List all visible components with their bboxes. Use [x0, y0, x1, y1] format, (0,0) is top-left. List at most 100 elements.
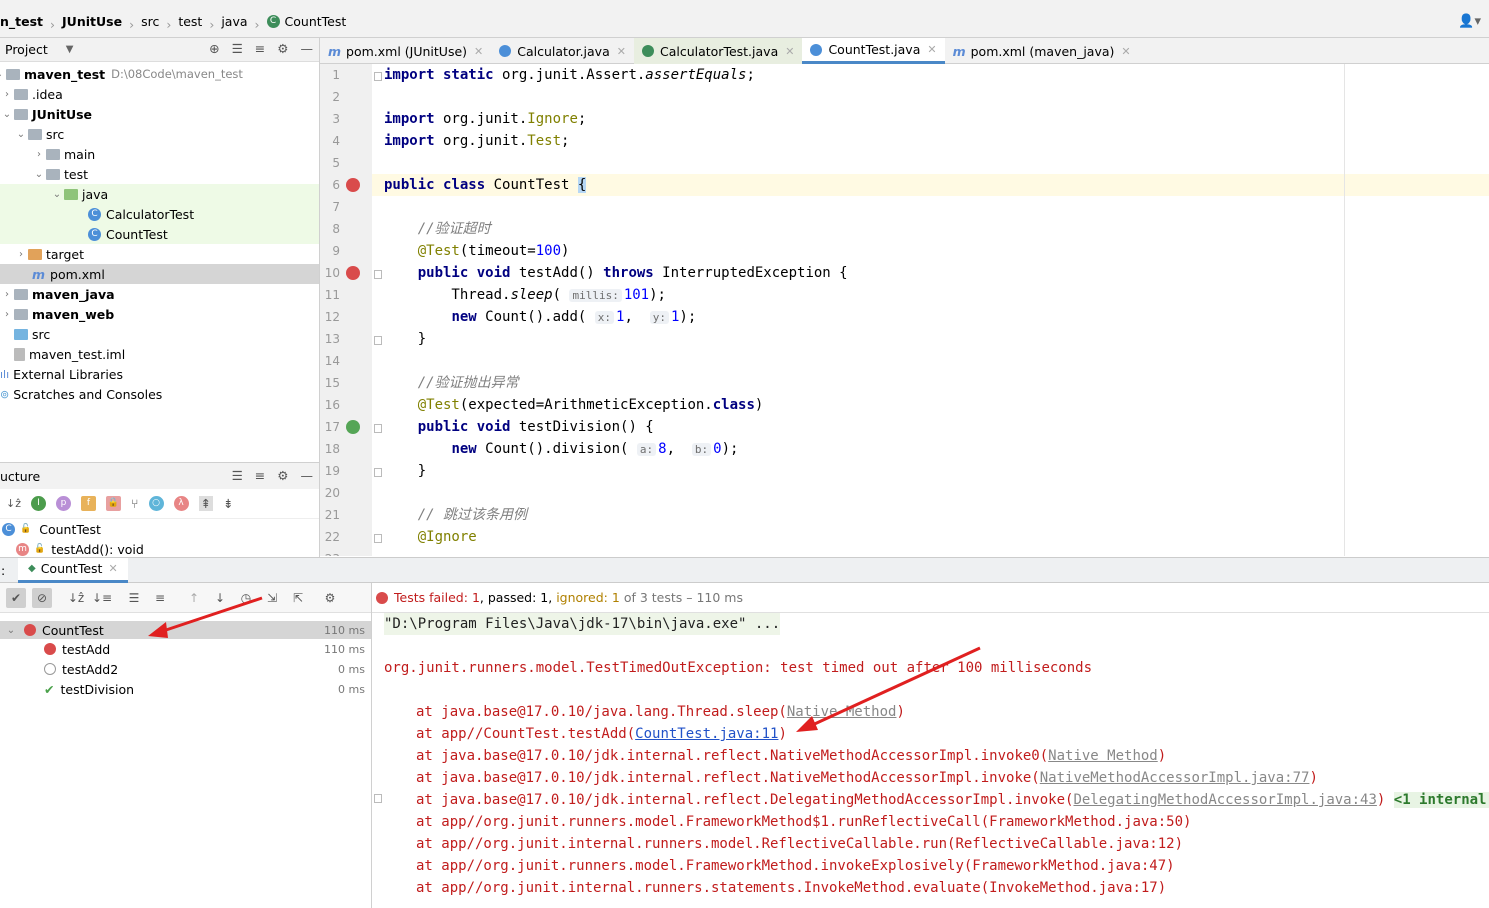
- test-suite-row[interactable]: ⌄ CountTest 110 ms: [0, 621, 371, 639]
- tree-item[interactable]: ⌄ src: [0, 124, 319, 144]
- test-row[interactable]: testAdd 110 ms: [0, 639, 371, 659]
- internal-lines-fold[interactable]: <1 internal line>: [1393, 792, 1489, 808]
- sort-alpha-icon[interactable]: ↓ẑ: [66, 588, 86, 608]
- chevron-down-icon[interactable]: ▼: [66, 44, 74, 55]
- breadcrumb-item[interactable]: test: [178, 14, 202, 29]
- tree-item[interactable]: ⊚ Scratches and Consoles: [0, 384, 319, 404]
- fold-marker-icon[interactable]: [374, 794, 382, 803]
- chevron-down-icon[interactable]: ⌄: [4, 625, 18, 636]
- inherited-icon[interactable]: I: [31, 496, 46, 511]
- tree-item[interactable]: ılı External Libraries: [0, 364, 319, 384]
- next-failed-icon[interactable]: ↓: [210, 588, 230, 608]
- close-icon[interactable]: ✕: [1121, 45, 1130, 58]
- minimize-icon[interactable]: —: [301, 468, 314, 483]
- gear-icon[interactable]: ⚙: [277, 468, 288, 483]
- tree-item[interactable]: C CountTest: [0, 224, 319, 244]
- tree-item[interactable]: › maven_java: [0, 284, 319, 304]
- tree-item[interactable]: ⌄ JUnitUse: [0, 104, 319, 124]
- tree-item[interactable]: C CalculatorTest: [0, 204, 319, 224]
- collapse-all-icon[interactable]: ≡: [255, 468, 265, 483]
- expand-all-icon[interactable]: ☰: [232, 41, 243, 56]
- show-ignored-icon[interactable]: ⊘: [32, 587, 52, 608]
- chevron-right-icon[interactable]: ›: [32, 149, 46, 160]
- tree-item[interactable]: maven_test.iml: [0, 344, 319, 364]
- breadcrumb-item[interactable]: src: [141, 14, 159, 29]
- non-public-icon[interactable]: 🔒: [106, 496, 121, 511]
- chevron-down-icon[interactable]: ⌄: [0, 109, 14, 120]
- autoscroll-from-source-icon[interactable]: ⇟: [223, 496, 233, 511]
- tab-pom-junituse[interactable]: m pom.xml (JUnitUse) ✕: [320, 38, 491, 64]
- export-tests-icon[interactable]: ⇱: [288, 588, 308, 608]
- collapse-all-icon[interactable]: ≡: [255, 41, 265, 56]
- structure-panel-title[interactable]: ucture: [0, 469, 40, 484]
- run-failed-icon[interactable]: [346, 178, 360, 192]
- run-failed-icon[interactable]: [346, 266, 360, 280]
- import-tests-icon[interactable]: ⇲: [262, 588, 282, 608]
- chevron-right-icon[interactable]: ›: [0, 89, 14, 100]
- gear-icon[interactable]: ⚙: [320, 588, 340, 608]
- previous-failed-icon[interactable]: ↑: [184, 588, 204, 608]
- gear-icon[interactable]: ⚙: [277, 41, 288, 56]
- expand-all-icon[interactable]: ☰: [124, 588, 144, 608]
- stack-link[interactable]: NativeMethodAccessorImpl.java:77: [1040, 770, 1310, 786]
- tree-item[interactable]: ⌄ java: [0, 184, 319, 204]
- test-row[interactable]: testAdd2 0 ms: [0, 659, 371, 679]
- breadcrumb-item[interactable]: n_test: [0, 14, 43, 29]
- close-icon[interactable]: ✕: [617, 45, 626, 58]
- lambda-icon[interactable]: λ: [173, 496, 189, 511]
- sort-duration-icon[interactable]: ↓≡: [92, 588, 112, 608]
- tree-item[interactable]: › main: [0, 144, 319, 164]
- run-passed-icon[interactable]: [346, 420, 360, 434]
- show-passed-icon[interactable]: ✔: [6, 587, 26, 608]
- fold-marker-icon[interactable]: [374, 468, 382, 477]
- tab-calculator-test[interactable]: CalculatorTest.java ✕: [633, 38, 803, 64]
- project-panel-title[interactable]: Project: [0, 42, 48, 57]
- chevron-down-icon[interactable]: ⌄: [50, 189, 64, 200]
- tree-item[interactable]: › target: [0, 244, 319, 264]
- run-tab-count-test[interactable]: ◆ CountTest ✕: [18, 557, 128, 583]
- chevron-right-icon[interactable]: ›: [0, 309, 14, 320]
- fold-marker-icon[interactable]: [374, 270, 382, 279]
- stack-link[interactable]: CountTest.java:11: [635, 726, 778, 742]
- test-history-icon[interactable]: ◷: [236, 588, 256, 608]
- collapse-all-icon[interactable]: ≡: [150, 588, 170, 608]
- tab-count-test[interactable]: CountTest.java ✕: [802, 38, 945, 64]
- autoscroll-to-source-icon[interactable]: ⇞: [198, 496, 213, 511]
- close-icon[interactable]: ✕: [785, 45, 794, 58]
- sort-alpha-icon[interactable]: ↓ẑ: [6, 497, 21, 510]
- tree-item[interactable]: › .idea: [0, 84, 319, 104]
- tab-calculator[interactable]: Calculator.java ✕: [491, 38, 634, 64]
- test-row[interactable]: ✔ testDivision 0 ms: [0, 679, 371, 699]
- structure-item[interactable]: m 🔓 testAdd(): void: [0, 539, 319, 559]
- minimize-icon[interactable]: —: [301, 41, 314, 56]
- structure-item[interactable]: C 🔓 CountTest: [0, 519, 319, 539]
- breadcrumb-item[interactable]: JUnitUse: [62, 14, 122, 29]
- stack-link[interactable]: DelegatingMethodAccessorImpl.java:43: [1073, 792, 1376, 808]
- fold-marker-icon[interactable]: [374, 424, 382, 433]
- breadcrumb-item[interactable]: CountTest: [285, 14, 347, 29]
- stack-link[interactable]: Native Method: [1048, 748, 1158, 764]
- close-icon[interactable]: ✕: [474, 45, 483, 58]
- breadcrumb-item[interactable]: java: [221, 14, 247, 29]
- tree-item[interactable]: src: [0, 324, 319, 344]
- tree-item[interactable]: ⌄ test: [0, 164, 319, 184]
- stack-link[interactable]: Native Method: [787, 704, 897, 720]
- properties-icon[interactable]: p: [56, 496, 71, 511]
- tree-item[interactable]: › maven_web: [0, 304, 319, 324]
- chevron-right-icon[interactable]: ›: [0, 289, 14, 300]
- fold-marker-icon[interactable]: [374, 336, 382, 345]
- chevron-right-icon[interactable]: ›: [14, 249, 28, 260]
- fields-icon[interactable]: f: [81, 496, 96, 511]
- anonymous-icon[interactable]: ⑂: [131, 496, 139, 511]
- code-editor[interactable]: 1 2 3 4 5 6 7 8 9 10 11 12 13 14 15 16 1…: [320, 64, 1489, 556]
- fold-marker-icon[interactable]: [374, 72, 382, 81]
- tree-item[interactable]: m pom.xml: [0, 264, 319, 284]
- user-icon[interactable]: 👤▾: [1458, 14, 1481, 29]
- expand-all-icon[interactable]: ☰: [232, 468, 243, 483]
- tab-pom-maven-java[interactable]: m pom.xml (maven_java) ✕: [945, 38, 1139, 64]
- chevron-down-icon[interactable]: ⌄: [32, 169, 46, 180]
- tree-item[interactable]: ⌄maven_testD:\08Code\maven_test: [0, 64, 319, 84]
- close-icon[interactable]: ✕: [108, 562, 117, 575]
- lambdas-icon[interactable]: ○: [148, 496, 164, 511]
- chevron-down-icon[interactable]: ⌄: [14, 129, 28, 140]
